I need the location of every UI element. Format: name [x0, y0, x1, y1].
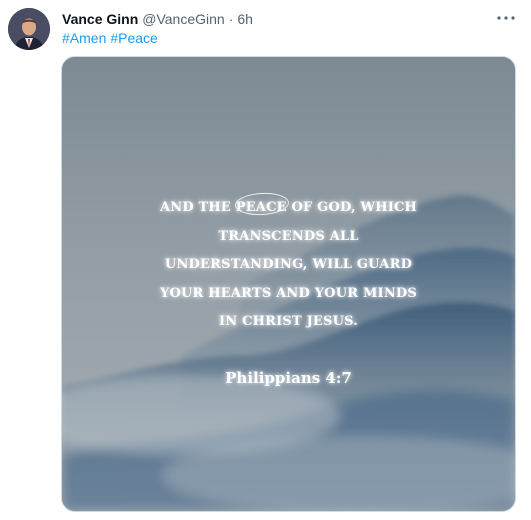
avatar[interactable]: [8, 8, 50, 50]
profile-photo: [8, 8, 50, 50]
tweet-image[interactable]: AND THE PEACE OF GOD, WHICH TRANSCENDS A…: [61, 56, 516, 512]
verse-text: AND THE PEACE OF GOD, WHICH TRANSCENDS A…: [62, 194, 515, 337]
verse-line: YOUR HEARTS AND YOUR MINDS: [160, 285, 417, 301]
verse-reference: Philippians 4:7: [225, 369, 352, 387]
verse-line: AND THE PEACE OF GOD, WHICH: [159, 200, 418, 215]
hashtag-peace[interactable]: #Peace: [110, 29, 157, 48]
more-options-button[interactable]: [495, 8, 517, 28]
verse-line: TRANSCENDS ALL: [218, 228, 359, 244]
hashtag-amen[interactable]: #Amen: [62, 29, 106, 48]
verse-line: UNDERSTANDING, WILL GUARD: [164, 257, 413, 272]
separator-dot: ·: [228, 11, 234, 27]
tweet-timestamp[interactable]: 6h: [237, 9, 253, 29]
author-handle[interactable]: @VanceGinn: [142, 9, 224, 29]
tweet: Vance Ginn @VanceGinn · 6h #Amen #Peace: [0, 0, 531, 520]
tweet-header: Vance Ginn @VanceGinn · 6h: [62, 9, 253, 29]
more-horizontal-icon: [497, 16, 515, 20]
author-name[interactable]: Vance Ginn: [62, 9, 138, 29]
verse-line: IN CHRIST JESUS.: [218, 314, 359, 329]
tweet-text: #Amen #Peace: [62, 29, 158, 48]
